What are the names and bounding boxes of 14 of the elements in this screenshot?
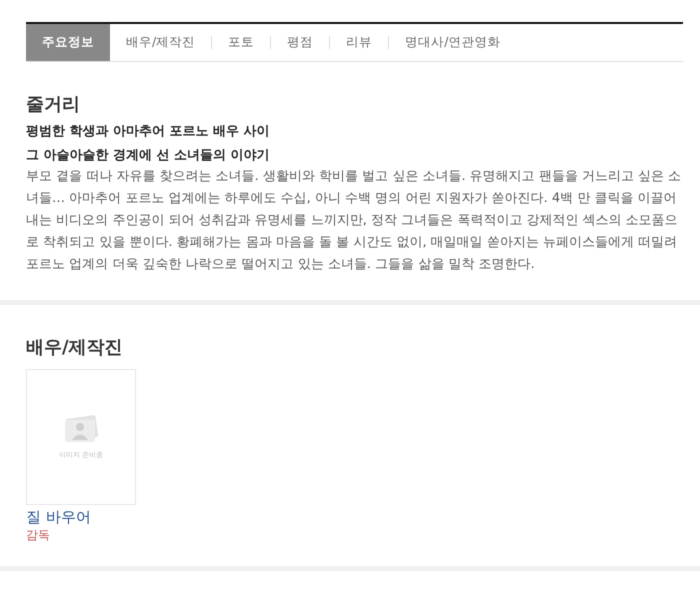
tagline: 그 아슬아슬한 경계에 선 소녀들의 이야기 <box>26 147 271 164</box>
synopsis-text: 부모 곁을 떠나 자유를 찾으려는 소녀들. 생활비와 학비를 벌고 싶은 소녀들. 유명해지고 팬들을 거느리고 싶은 소녀들… 아마추어 포르노 업계에는 하루에도 수십, 아니 수백 명의 어린 지원자가 쏟아진다. 4백 만 클릭을 이끌어내는 비디오의 주인공이 되어 성취감과 유명세를 느끼지만, 정작 그녀들은 폭력적이고 강제적인 섹스의 소모품으로 착취되고 있을 뿐이다. 황폐해가는 몸과 마음을 돌 볼 시간도 없이, 매일매일 쏟아지는 뉴페이스들에게 떠밀려 포르노 업계의 더욱 깊숙한 나락으로 떨어지고 있는 소녀들. 그들을 삶을 밀착 조명한다. <box>26 168 682 274</box>
section-heading: 줄거리 <box>26 93 81 116</box>
nav-tab[interactable]: 배우/제작진 <box>110 24 212 61</box>
nav-tab[interactable]: 평점 <box>271 24 330 61</box>
section-heading: 배우/제작진 <box>26 336 124 359</box>
tagline: 평범한 학생과 아마추어 포르노 배우 사이 <box>26 123 271 140</box>
person-name-link[interactable]: 질 바우어 <box>26 508 91 527</box>
person-role: 감독 <box>26 527 51 544</box>
nav-tab[interactable]: 주요정보 <box>26 24 110 61</box>
nav-tab[interactable]: 리뷰 <box>330 24 388 61</box>
person-photo-icon <box>62 414 100 444</box>
nav-tab[interactable]: 포토 <box>212 24 270 61</box>
nav-tab[interactable]: 명대사/연관영화 <box>389 24 516 61</box>
